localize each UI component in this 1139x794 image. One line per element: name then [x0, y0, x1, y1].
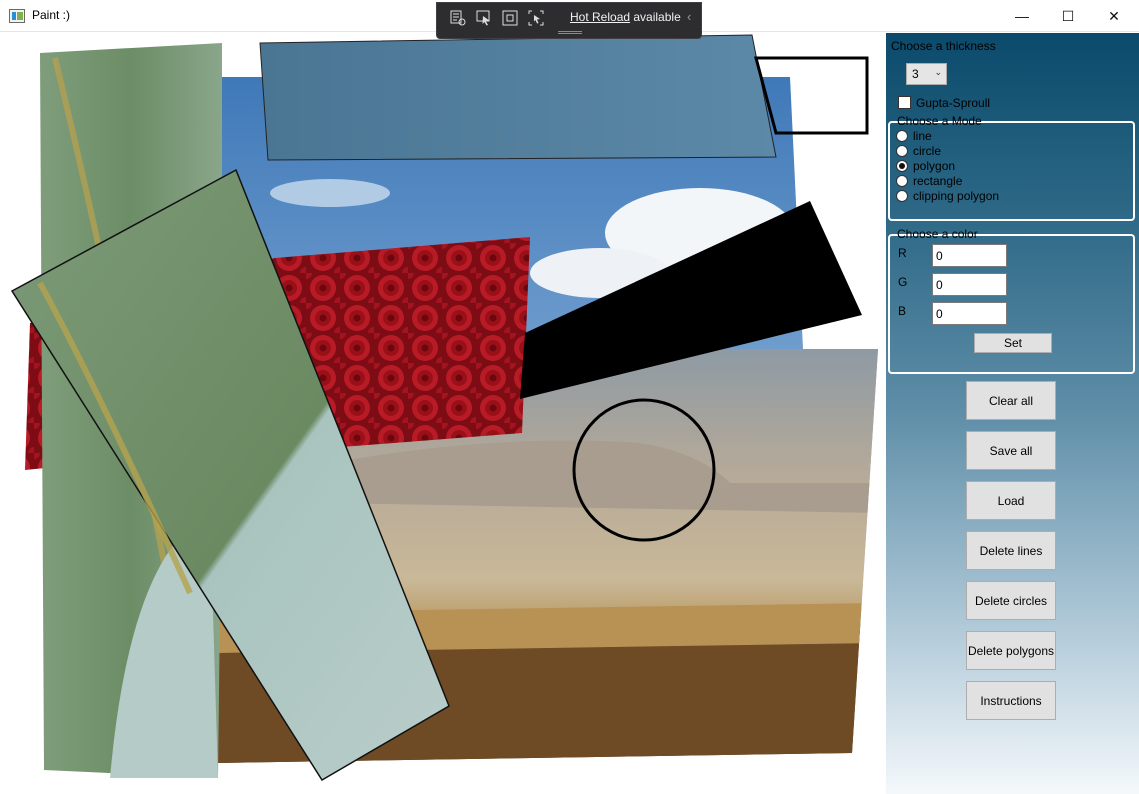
maximize-button[interactable]: ☐	[1045, 0, 1091, 32]
thickness-value: 3	[912, 67, 919, 81]
drawing-canvas[interactable]	[0, 33, 886, 794]
minimize-button[interactable]: —	[999, 0, 1045, 32]
mode-option-clipping-polygon[interactable]: clipping polygon	[896, 189, 999, 203]
select-element-icon[interactable]	[474, 8, 494, 28]
close-button[interactable]: ✕	[1091, 0, 1137, 32]
app-icon	[9, 9, 25, 23]
mode-radio-circle[interactable]	[896, 145, 908, 157]
hot-reload-link[interactable]: Hot Reload	[570, 10, 630, 24]
blue-input[interactable]	[932, 302, 1007, 325]
clear-all-button[interactable]: Clear all	[966, 381, 1056, 420]
gupta-sproull-label: Gupta-Sproull	[916, 96, 991, 110]
green-input[interactable]	[932, 273, 1007, 296]
mode-option-circle[interactable]: circle	[896, 144, 941, 158]
thickness-combobox[interactable]: 3 ⌄	[906, 63, 947, 85]
color-groupbox: Choose a color R G B Set	[888, 227, 1135, 374]
red-input[interactable]	[932, 244, 1007, 267]
window-title: Paint :)	[32, 8, 71, 22]
mode-label-polygon: polygon	[913, 159, 956, 173]
canvas-drawing[interactable]	[0, 33, 886, 794]
collapse-chevron-icon[interactable]: ‹	[687, 9, 691, 24]
mode-groupbox: Choose a Mode line circle polygon rectan…	[888, 114, 1135, 221]
delete-circles-button[interactable]: Delete circles	[966, 581, 1056, 620]
control-panel: Choose a thickness 3 ⌄ Gupta-Sproull Cho…	[886, 33, 1139, 794]
mode-label-rectangle: rectangle	[913, 174, 963, 188]
mode-radio-clipping-polygon[interactable]	[896, 190, 908, 202]
hot-reload-suffix: available	[630, 10, 681, 24]
delete-polygons-button[interactable]: Delete polygons	[966, 631, 1056, 670]
visual-tree-icon[interactable]	[448, 8, 468, 28]
gupta-sproull-checkbox[interactable]	[898, 96, 911, 109]
mode-option-line[interactable]: line	[896, 129, 932, 143]
mode-radio-rectangle[interactable]	[896, 175, 908, 187]
instructions-button[interactable]: Instructions	[966, 681, 1056, 720]
mode-radio-polygon[interactable]	[896, 160, 908, 172]
hot-reload-toolbar: Hot Reload available ‹	[436, 2, 702, 39]
green-label: G	[898, 275, 908, 289]
save-all-button[interactable]: Save all	[966, 431, 1056, 470]
load-button[interactable]: Load	[966, 481, 1056, 520]
mode-label-clipping-polygon: clipping polygon	[913, 189, 1000, 203]
mode-label-line: line	[913, 129, 932, 143]
mode-option-polygon[interactable]: polygon	[896, 159, 955, 173]
sky-band-polygon	[259, 34, 777, 161]
thickness-label: Choose a thickness	[891, 39, 996, 53]
delete-lines-button[interactable]: Delete lines	[966, 531, 1056, 570]
track-focus-icon[interactable]	[526, 8, 546, 28]
set-color-button[interactable]: Set	[974, 333, 1052, 353]
display-layout-adorners-icon[interactable]	[500, 8, 520, 28]
blue-label: B	[898, 304, 907, 318]
toolbar-grip-icon[interactable]	[558, 31, 582, 34]
hot-reload-status: Hot Reload available	[570, 10, 681, 24]
chevron-down-icon: ⌄	[934, 67, 942, 77]
mode-option-rectangle[interactable]: rectangle	[896, 174, 962, 188]
mode-radio-line[interactable]	[896, 130, 908, 142]
color-group-title: Choose a color	[897, 227, 978, 241]
red-label: R	[898, 246, 907, 260]
mode-group-title: Choose a Mode	[897, 114, 982, 128]
mode-label-circle: circle	[913, 144, 942, 158]
